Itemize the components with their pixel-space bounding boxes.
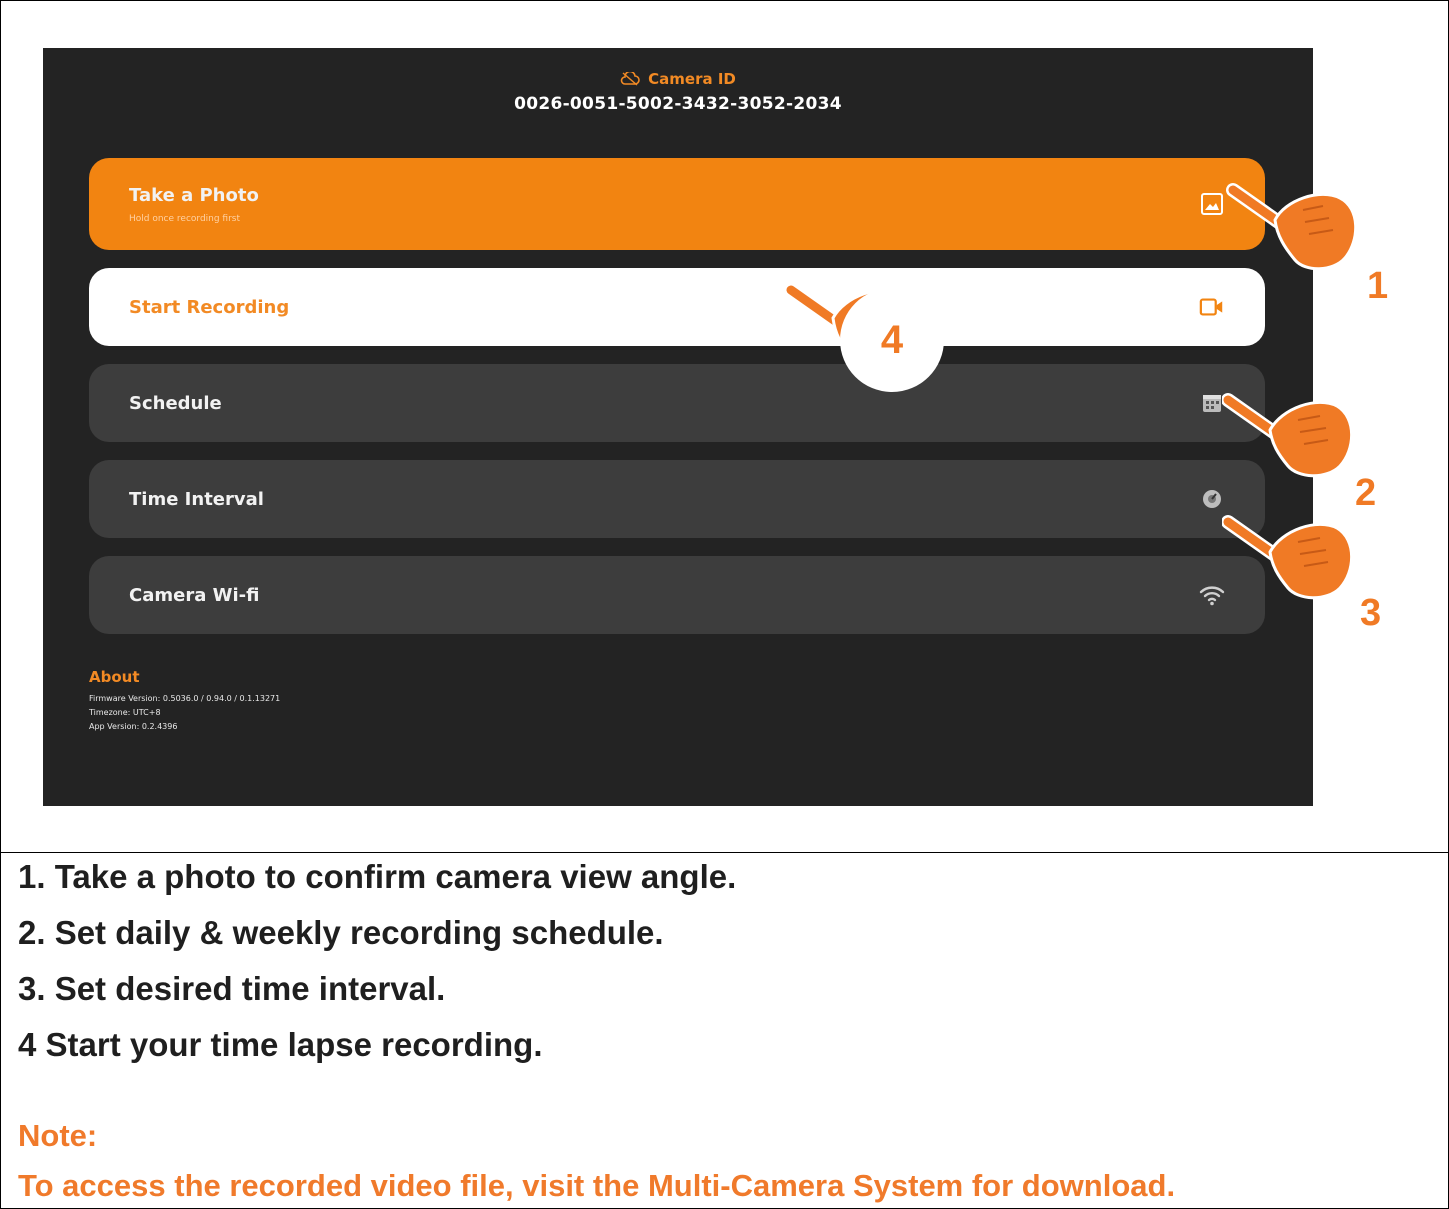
- section-divider: [0, 852, 1449, 853]
- video-camera-icon: [1199, 294, 1225, 320]
- note-text: To access the recorded video file, visit…: [18, 1168, 1176, 1203]
- take-photo-button[interactable]: Take a Photo Hold once recording first: [89, 158, 1265, 250]
- camera-header: Camera ID 0026-0051-5002-3432-3052-2034: [43, 70, 1313, 114]
- firmware-version: Firmware Version: 0.5036.0 / 0.94.0 / 0.…: [89, 694, 281, 703]
- time-interval-label: Time Interval: [129, 488, 264, 510]
- image-icon: [1199, 191, 1225, 217]
- schedule-button[interactable]: Schedule: [89, 364, 1265, 442]
- camera-wifi-label: Camera Wi-fi: [129, 584, 260, 606]
- instruction-4: 4 Start your time lapse recording.: [18, 1026, 543, 1063]
- pointing-hand-icon: [1222, 393, 1354, 478]
- start-recording-label: Start Recording: [129, 296, 290, 318]
- schedule-label: Schedule: [129, 392, 222, 414]
- instruction-2: 2. Set daily & weekly recording schedule…: [18, 914, 664, 951]
- take-photo-sublabel: Hold once recording first: [129, 213, 241, 224]
- about-title: About: [89, 668, 140, 686]
- instruction-1: 1. Take a photo to confirm camera view a…: [18, 858, 737, 895]
- about-section: About Firmware Version: 0.5036.0 / 0.94.…: [89, 668, 280, 734]
- callout-badge-4: 4: [840, 288, 944, 392]
- time-interval-button[interactable]: Time Interval: [89, 460, 1265, 538]
- app-screenshot: Camera ID 0026-0051-5002-3432-3052-2034 …: [43, 48, 1313, 806]
- start-recording-button[interactable]: Start Recording: [89, 268, 1265, 346]
- camera-title: Camera ID: [43, 70, 1313, 88]
- instruction-3: 3. Set desired time interval.: [18, 970, 446, 1007]
- callout-number-2: 2: [1355, 472, 1377, 514]
- timezone: Timezone: UTC+8: [89, 708, 161, 717]
- camera-title-label: Camera ID: [648, 70, 736, 88]
- take-photo-label: Take a Photo: [129, 184, 259, 206]
- cloud-icon: [620, 72, 640, 86]
- camera-id: 0026-0051-5002-3432-3052-2034: [514, 94, 842, 114]
- camera-wifi-button[interactable]: Camera Wi-fi: [89, 556, 1265, 634]
- callout-number-1: 1: [1367, 265, 1389, 307]
- pointing-hand-icon: [1222, 515, 1354, 600]
- callout-number-3: 3: [1360, 592, 1382, 634]
- note-title: Note:: [18, 1118, 98, 1153]
- pointing-hand-icon: [1226, 183, 1358, 271]
- app-version: App Version: 0.2.4396: [89, 722, 178, 731]
